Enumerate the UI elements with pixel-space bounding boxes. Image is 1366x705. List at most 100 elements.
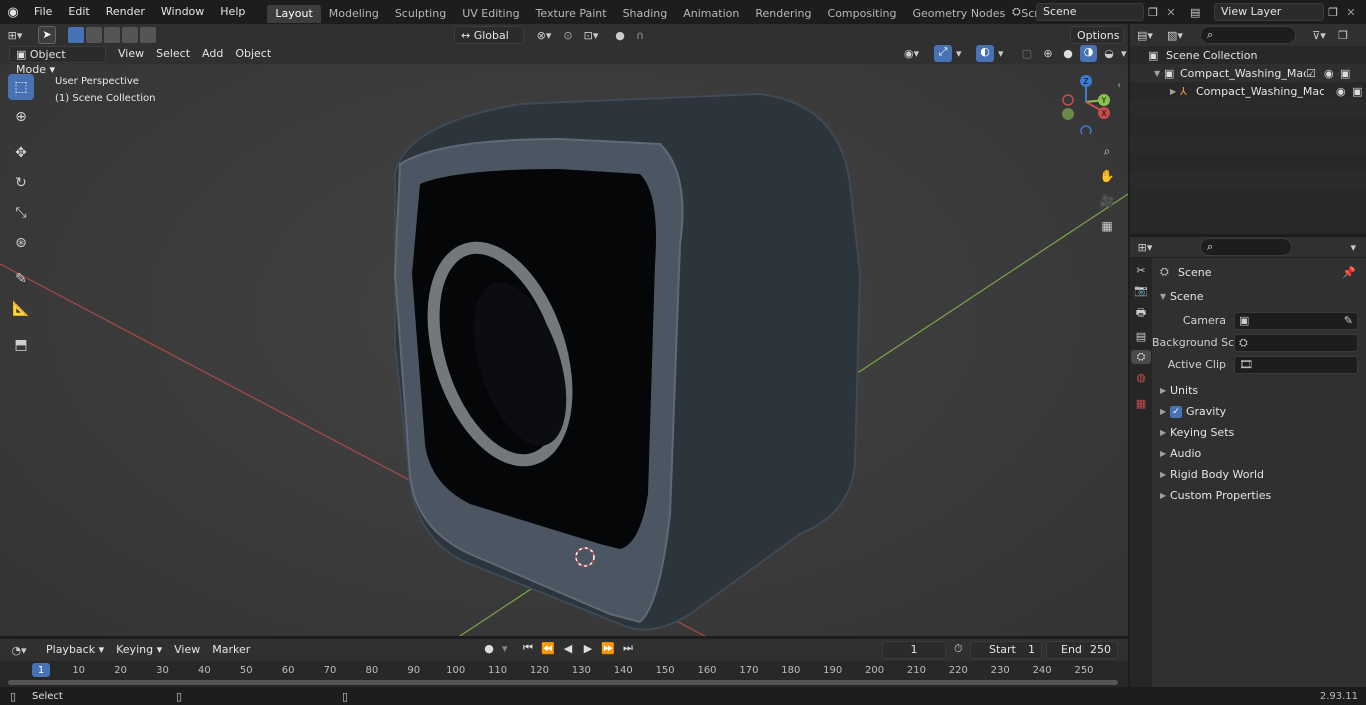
menu-add[interactable]: Add: [196, 45, 229, 63]
menu-edit[interactable]: Edit: [60, 0, 97, 24]
new-scene-icon[interactable]: ❐: [1144, 6, 1162, 19]
play-reverse-icon[interactable]: ◀: [560, 642, 576, 655]
timeline-scrollbar[interactable]: [8, 680, 1118, 685]
options-dropdown[interactable]: Options ▾: [1070, 26, 1124, 60]
panel-rigid-body-world[interactable]: ▶ Rigid Body World: [1152, 464, 1366, 485]
panel-custom-properties[interactable]: ▶ Custom Properties: [1152, 485, 1366, 506]
select-new-icon[interactable]: [68, 27, 84, 43]
tool-tab-icon[interactable]: ✂: [1136, 264, 1145, 277]
expand-icon[interactable]: ▶: [1170, 87, 1180, 96]
solid-shading-icon[interactable]: ●: [1060, 47, 1076, 60]
sidebar-toggle-icon[interactable]: ‹: [1117, 80, 1121, 91]
menu-window[interactable]: Window: [153, 0, 212, 24]
delete-view-layer-icon[interactable]: ✕: [1342, 6, 1360, 19]
tab-animation[interactable]: Animation: [675, 5, 747, 23]
falloff-icon[interactable]: ∩: [630, 29, 650, 42]
panel-gravity[interactable]: ▶ ✓ Gravity: [1152, 401, 1366, 422]
tab-modeling[interactable]: Modeling: [321, 5, 387, 23]
new-collection-icon[interactable]: ❐: [1334, 29, 1352, 42]
3d-viewport[interactable]: User Perspective (1) Scene Collection ⬚ …: [0, 44, 1128, 636]
pan-hand-icon[interactable]: ✋: [1096, 165, 1118, 187]
render-tab-icon[interactable]: 📷: [1134, 284, 1148, 297]
menu-help[interactable]: Help: [212, 0, 253, 24]
prev-keyframe-icon[interactable]: ⏪: [540, 642, 556, 655]
tweak-tool-icon[interactable]: ➤: [38, 26, 56, 44]
measure-tool-icon[interactable]: 📐: [8, 296, 34, 322]
panel-keying-sets[interactable]: ▶ Keying Sets: [1152, 422, 1366, 443]
active-clip-field[interactable]: 🎞: [1234, 355, 1358, 374]
tab-geometry-nodes[interactable]: Geometry Nodes: [904, 5, 1013, 23]
select-extend-icon[interactable]: [86, 27, 102, 43]
record-icon[interactable]: ●: [480, 642, 498, 655]
keying-menu[interactable]: Keying ▾: [110, 641, 168, 659]
filter-icon[interactable]: ⊽▾: [1304, 29, 1334, 42]
scale-tool-icon[interactable]: ⤡: [8, 200, 34, 226]
panel-audio[interactable]: ▶ Audio: [1152, 443, 1366, 464]
eye-icon[interactable]: ◉: [1336, 85, 1352, 98]
cursor-tool-icon[interactable]: ⊕: [8, 104, 34, 130]
select-intersect-icon[interactable]: [140, 27, 156, 43]
frame-ruler[interactable]: 1 10 20 30 40 50 60 70 80 90 100 110 120 130 140 150 160…: [0, 661, 1128, 679]
keyframe-dropdown-icon[interactable]: ▾: [502, 642, 516, 655]
expand-icon[interactable]: ▼: [1154, 69, 1164, 78]
scene-icon[interactable]: ⛭: [1012, 5, 1036, 19]
select-invert-icon[interactable]: [122, 27, 138, 43]
menu-render[interactable]: Render: [98, 0, 153, 24]
end-frame-field[interactable]: End 250: [1046, 641, 1118, 659]
rotate-tool-icon[interactable]: ↻: [8, 170, 34, 196]
play-icon[interactable]: ▶: [580, 642, 596, 655]
view-layer-field[interactable]: View Layer: [1214, 3, 1324, 21]
view-layer-tab-icon[interactable]: ▤: [1136, 330, 1146, 343]
jump-start-icon[interactable]: ⏮: [520, 641, 536, 655]
tab-layout[interactable]: Layout: [267, 4, 321, 23]
select-subtract-icon[interactable]: [104, 27, 120, 43]
gizmo-dropdown-icon[interactable]: ▾: [956, 47, 966, 60]
wireframe-shading-icon[interactable]: ⊕: [1040, 47, 1056, 60]
editor-type-icon[interactable]: ⊞▾: [0, 29, 30, 42]
outliner-row-collection[interactable]: ▼ ▣ Compact_Washing_Machine_ ☑ ◉ ▣: [1130, 64, 1366, 82]
proportional-edit-icon[interactable]: ●: [610, 29, 630, 42]
outliner-row-object[interactable]: ▶ ⅄ Compact_Washing_Mach ◉ ▣: [1130, 82, 1366, 100]
properties-search-input[interactable]: ⌕: [1200, 238, 1292, 256]
playback-menu[interactable]: Playback ▾: [40, 641, 110, 659]
new-view-layer-icon[interactable]: ❐: [1324, 6, 1342, 19]
properties-options-icon[interactable]: ▾: [1350, 241, 1356, 254]
timeline-view-menu[interactable]: View: [168, 641, 206, 659]
properties-editor-type-icon[interactable]: ⊞▾: [1130, 241, 1160, 254]
move-tool-icon[interactable]: ✥: [8, 140, 34, 166]
tab-shading[interactable]: Shading: [615, 5, 676, 23]
camera-render-icon[interactable]: ▣: [1352, 85, 1366, 98]
delete-scene-icon[interactable]: ✕: [1162, 6, 1180, 19]
zoom-icon[interactable]: ⌕: [1096, 140, 1118, 162]
display-mode-icon[interactable]: ▧▾: [1160, 29, 1190, 42]
overlay-toggle-icon[interactable]: ◐: [976, 45, 994, 62]
outliner-editor-type-icon[interactable]: ▤▾: [1130, 29, 1160, 42]
jump-end-icon[interactable]: ⏭: [620, 641, 636, 655]
pin-icon[interactable]: 📌: [1342, 266, 1356, 279]
annotate-tool-icon[interactable]: ✎: [8, 266, 34, 292]
marker-menu[interactable]: Marker: [206, 641, 256, 659]
camera-field[interactable]: ▣ ✎: [1234, 311, 1358, 330]
eye-icon[interactable]: ◉: [1324, 67, 1340, 80]
outliner-search-input[interactable]: ⌕: [1200, 26, 1296, 44]
blender-logo-icon[interactable]: ◉: [0, 5, 26, 20]
timeline-editor-type-icon[interactable]: ◔▾: [4, 644, 34, 657]
menu-select[interactable]: Select: [150, 45, 196, 63]
next-keyframe-icon[interactable]: ⏩: [600, 642, 616, 655]
transform-orientation-dropdown[interactable]: ↔ Global ▾: [454, 26, 524, 60]
select-box-tool-icon[interactable]: ⬚: [8, 74, 34, 100]
output-tab-icon[interactable]: 🖶: [1136, 304, 1146, 323]
texture-tab-icon[interactable]: ▦: [1136, 397, 1146, 410]
eyedropper-icon[interactable]: ✎: [1344, 314, 1353, 327]
gravity-checkbox[interactable]: ✓: [1170, 405, 1182, 418]
panel-scene-header[interactable]: ▼ Scene: [1152, 286, 1366, 307]
scene-name-field[interactable]: Scene: [1036, 3, 1144, 21]
gizmo-toggle-icon[interactable]: ⤢: [934, 45, 952, 62]
tab-sculpting[interactable]: Sculpting: [387, 5, 454, 23]
timeline[interactable]: 1 10 20 30 40 50 60 70 80 90 100 110 120 130 140 150 160…: [0, 661, 1128, 687]
menu-file[interactable]: File: [26, 0, 60, 24]
world-tab-icon[interactable]: ◍: [1136, 371, 1146, 384]
camera-render-icon[interactable]: ▣: [1340, 67, 1354, 80]
navigation-gizmo[interactable]: Z Y X: [1060, 74, 1116, 137]
rendered-shading-icon[interactable]: ◒: [1101, 47, 1117, 60]
